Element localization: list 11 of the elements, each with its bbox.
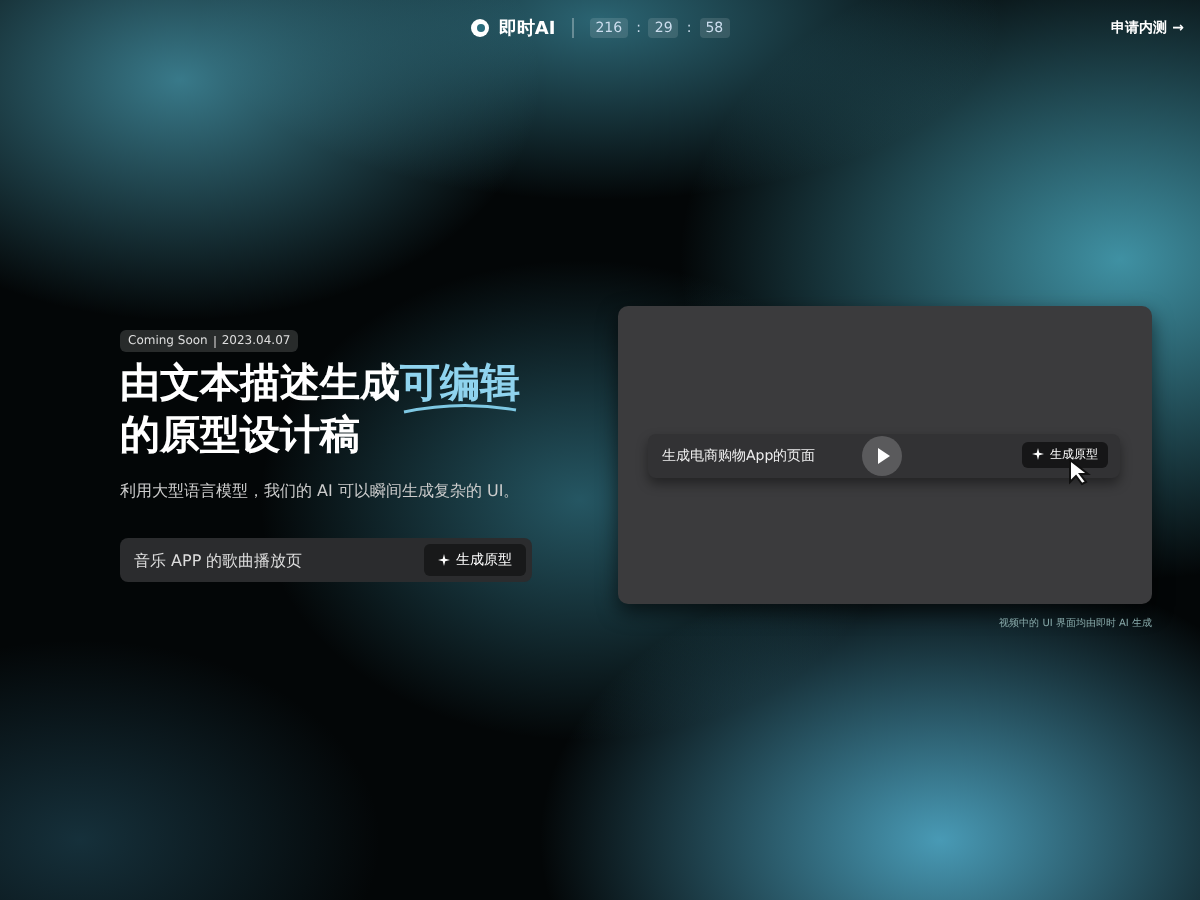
cursor-icon [1068, 457, 1092, 485]
headline: 由文本描述生成 [120, 358, 400, 406]
logo-icon [470, 18, 491, 38]
play-icon[interactable] [862, 435, 902, 475]
sparkle-icon [438, 554, 450, 566]
sparkle-icon [1032, 448, 1044, 460]
headline-highlight: 可编辑 [400, 358, 520, 406]
subtitle: 利用大型语言模型，我们的 AI 可以瞬间生成复杂的 UI。 [120, 480, 520, 502]
underline-swoosh [400, 402, 520, 414]
headline: 的原型设计稿 [120, 410, 360, 458]
logo-text: 即时AI [498, 16, 556, 41]
